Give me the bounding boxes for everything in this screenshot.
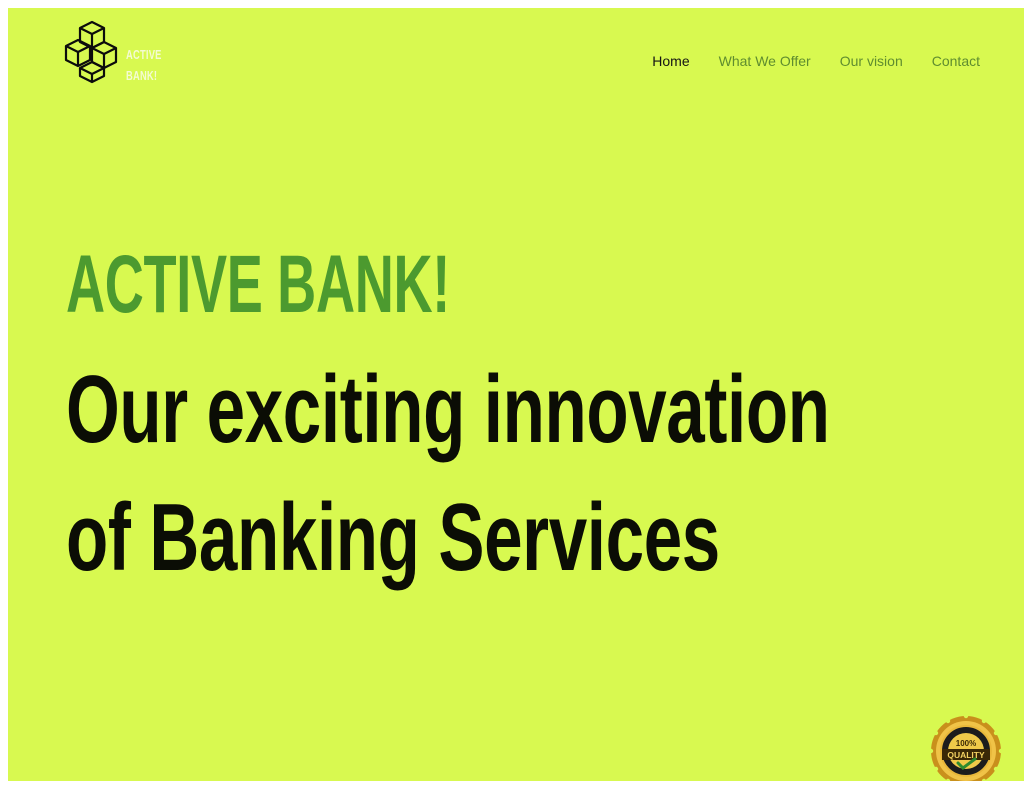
hero-page: ACTIVE BANK! Home What We Offer Our visi… <box>8 8 1024 781</box>
hero-headline: Our exciting innovation of Banking Servi… <box>66 346 830 602</box>
nav-link-contact[interactable]: Contact <box>932 52 980 70</box>
nav-link-what-we-offer[interactable]: What We Offer <box>719 52 811 70</box>
stacked-cubes-icon <box>62 18 122 84</box>
brand-name: ACTIVE BANK! <box>126 47 162 83</box>
headline-line-1: Our exciting innovation <box>66 356 830 463</box>
nav-link-home[interactable]: Home <box>652 52 689 70</box>
hero-eyebrow: ACTIVE BANK! <box>66 239 450 330</box>
badge-ribbon-text: QUALITY <box>947 750 985 760</box>
quality-seal-icon: 100% QUALITY <box>928 713 1010 781</box>
main-navigation: Home What We Offer Our vision Contact <box>652 52 980 70</box>
badge-top-text: 100% <box>956 739 976 748</box>
nav-link-our-vision[interactable]: Our vision <box>840 52 903 70</box>
headline-line-2: of Banking Services <box>66 484 720 591</box>
brand-logo[interactable]: ACTIVE BANK! <box>62 18 192 98</box>
